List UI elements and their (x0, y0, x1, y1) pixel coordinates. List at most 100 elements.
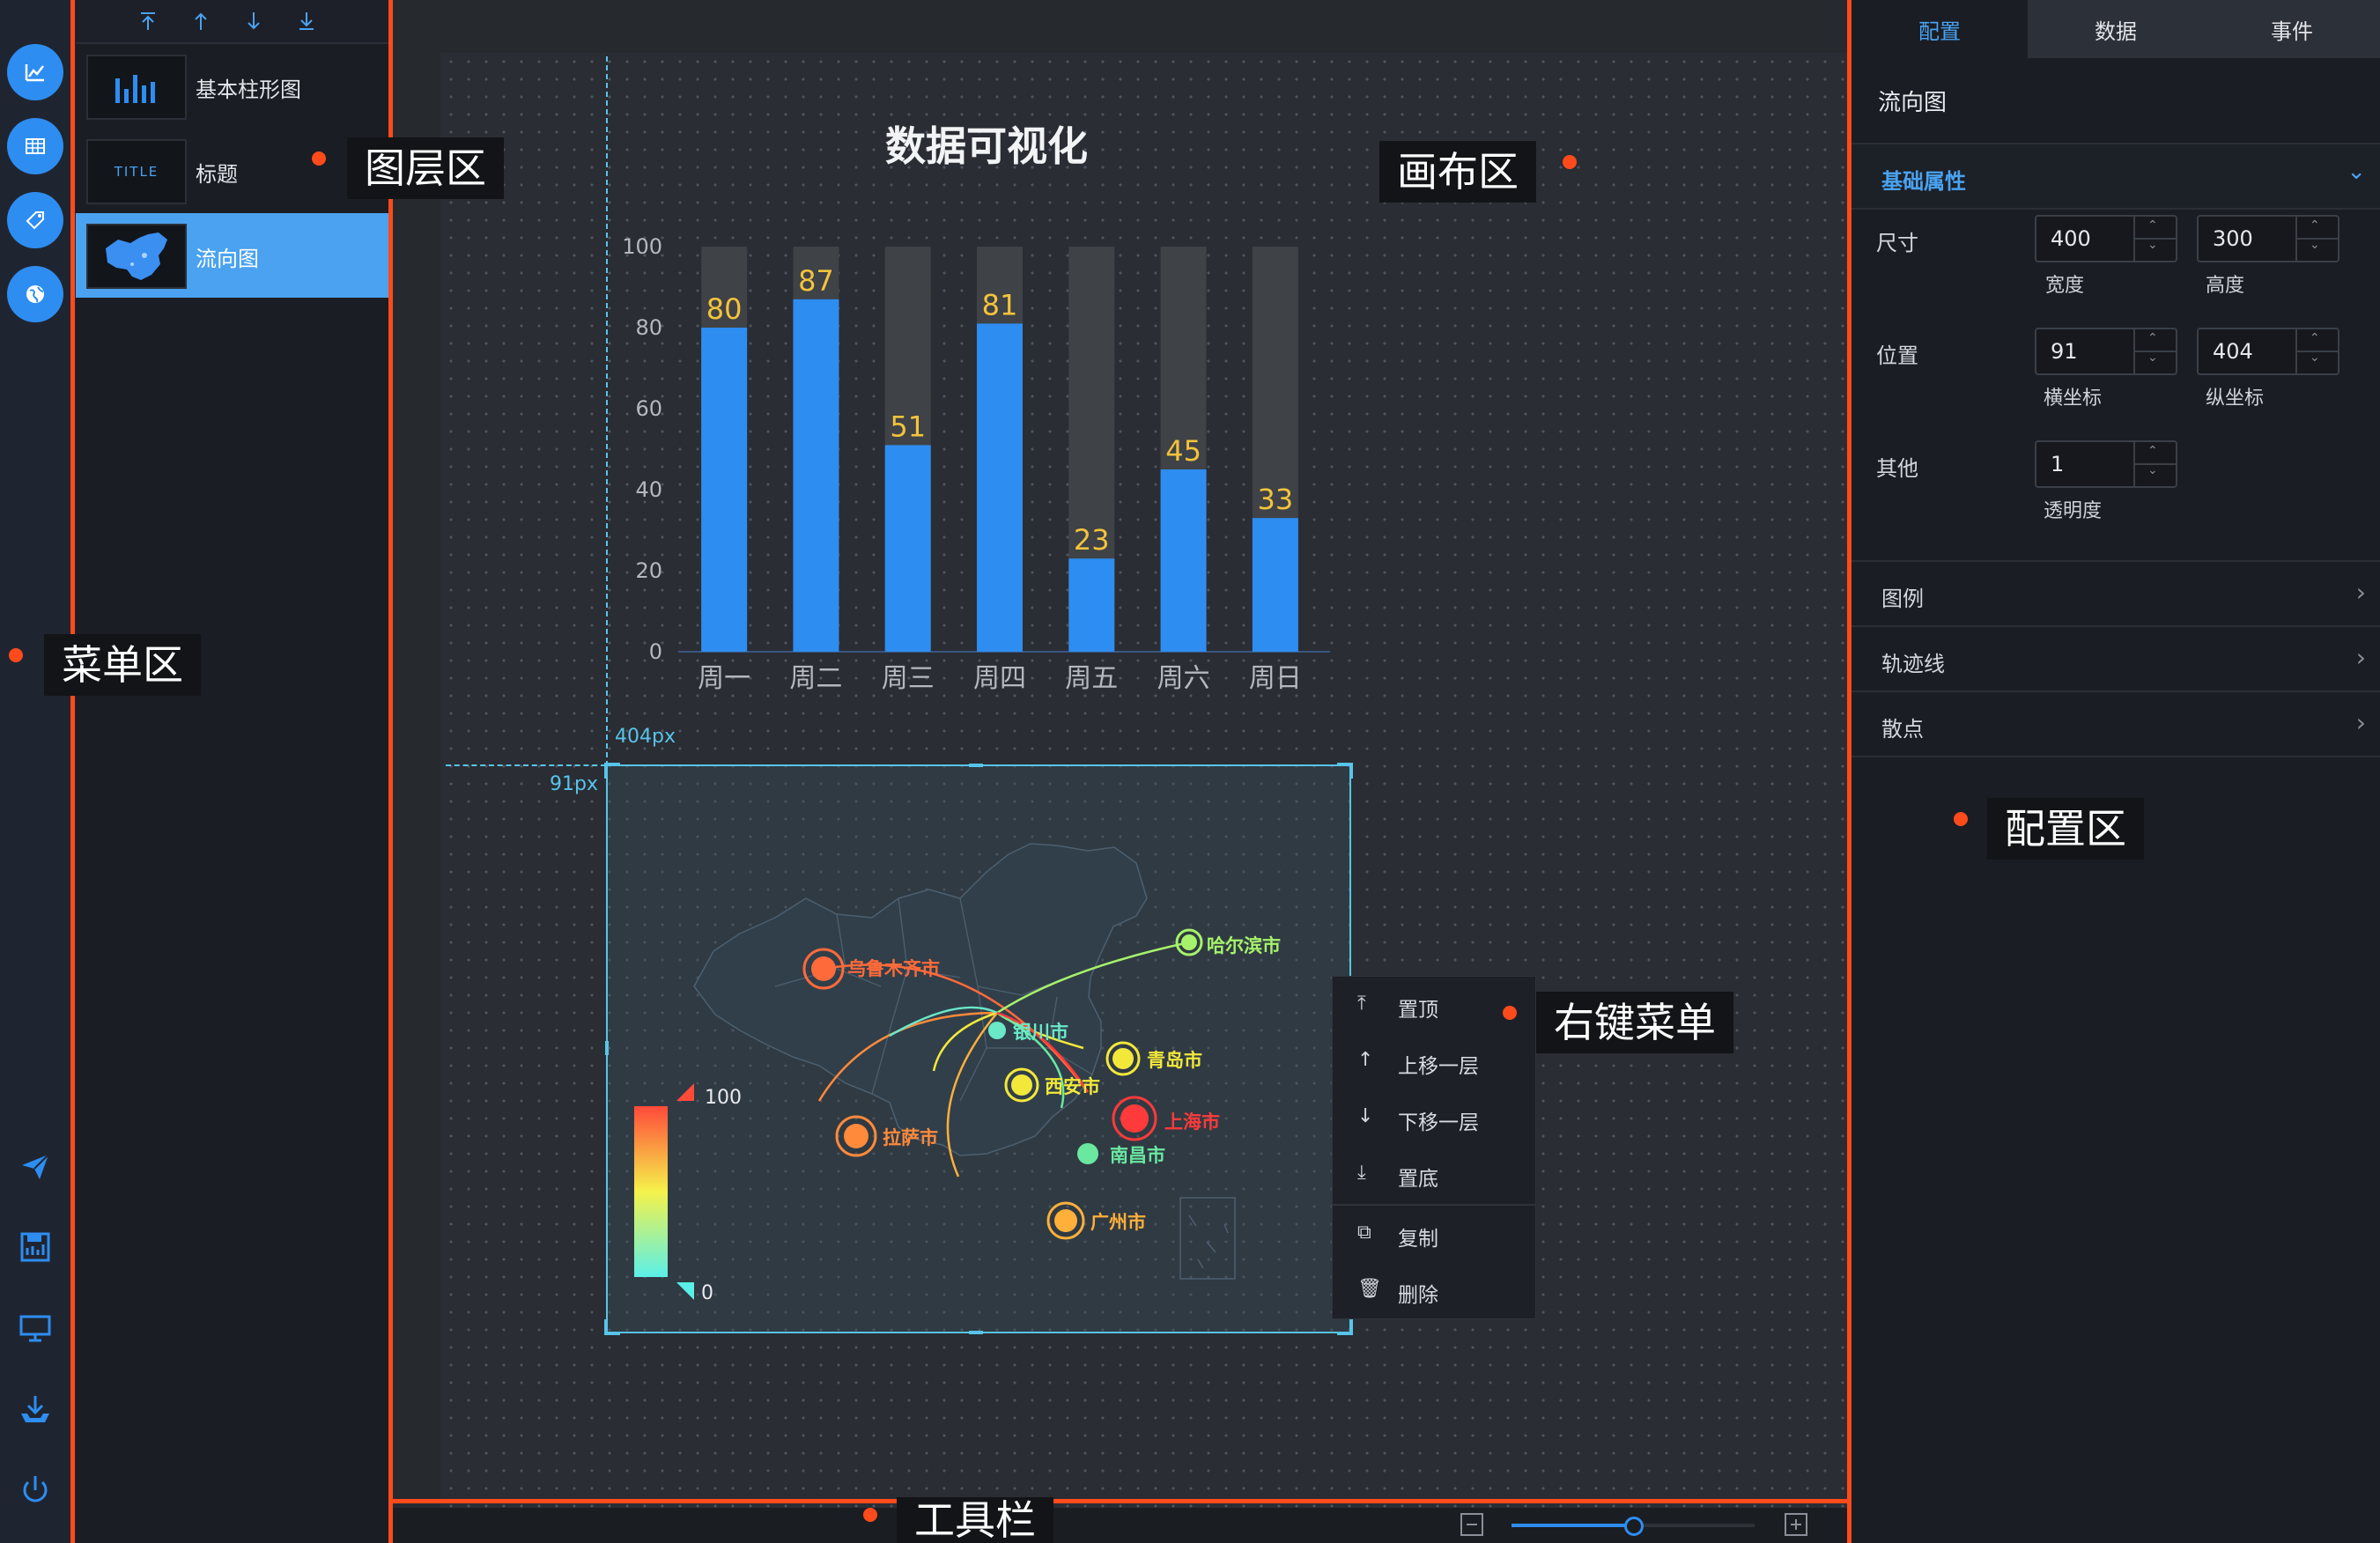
region-border (70, 0, 75, 1543)
layer-panel: 基本柱形图 TITLE 标题 流向图 (76, 0, 389, 1543)
section-legend[interactable]: 图例 › (1852, 560, 2380, 625)
ctx-move-top[interactable]: ⤒ 置顶 (1333, 977, 1535, 1033)
flow-map-component[interactable]: 100 0 乌鲁木齐市 哈尔滨市 银川市 青岛市 西安市 上海市 拉萨市 南昌市… (604, 763, 1353, 1335)
layer-item-flow-map[interactable]: 流向图 (76, 213, 389, 298)
move-down-icon[interactable] (240, 7, 268, 35)
y-input[interactable]: 404 ⌃ ⌄ (2197, 328, 2339, 375)
layer-label: 流向图 (196, 247, 259, 271)
stepper-down-icon[interactable]: ⌄ (2310, 351, 2320, 365)
tag-icon[interactable] (7, 192, 63, 248)
x-input[interactable]: 91 ⌃ ⌄ (2035, 328, 2177, 375)
zoom-slider-handle[interactable] (1624, 1517, 1644, 1536)
section-trail[interactable]: 轨迹线 › (1852, 625, 2380, 690)
layer-label: 标题 (196, 162, 238, 187)
ctx-copy[interactable]: ⧉ 复制 (1333, 1206, 1535, 1262)
move-up-icon[interactable] (187, 7, 215, 35)
zoom-out-icon[interactable] (1460, 1513, 1483, 1536)
save-icon[interactable] (14, 1226, 56, 1268)
bar (793, 299, 839, 652)
chart-title: 数据可视化 (885, 122, 1088, 170)
annotation-toolbar: 工具栏 (897, 1497, 1053, 1543)
y-label: 纵坐标 (2206, 388, 2265, 410)
y-value: 404 (2213, 339, 2253, 364)
ctx-delete[interactable]: 🗑 删除 (1333, 1262, 1535, 1318)
bar (884, 445, 931, 652)
width-input[interactable]: 400 ⌃ ⌄ (2035, 215, 2177, 262)
ruler-left (389, 53, 440, 1508)
tab-data[interactable]: 数据 (2028, 0, 2204, 58)
stepper-up-icon[interactable]: ⌃ (2147, 444, 2158, 458)
region-border (1847, 0, 1852, 1543)
bar (1252, 518, 1298, 652)
visualmap-min-label: 0 (701, 1282, 713, 1304)
ctx-move-up[interactable]: ↑ 上移一层 (1333, 1033, 1535, 1089)
opacity-stepper[interactable]: ⌃ ⌄ (2133, 442, 2176, 486)
china-map (634, 843, 1236, 1300)
bar-chart-component[interactable]: 数据可视化 0 20 40 60 80 100 80 周一 87 周二 51 周三 81 周四 23 周五 45… (617, 114, 1356, 731)
move-bottom-icon: ⤓ (1357, 1162, 1366, 1184)
ctx-label: 复制 (1398, 1228, 1438, 1251)
x-label: 横坐标 (2044, 388, 2103, 410)
y-tick-label: 40 (635, 477, 662, 502)
stepper-down-icon[interactable]: ⌄ (2310, 238, 2320, 252)
tab-config[interactable]: 配置 (1852, 0, 2028, 58)
download-icon[interactable] (14, 1390, 56, 1432)
config-panel: 配置 数据 事件 流向图 基础属性 ⌄ 尺寸 400 ⌃ ⌄ 宽度 300 ⌃ ⌄ … (1852, 0, 2380, 1543)
layer-item-bar-chart[interactable]: 基本柱形图 (76, 44, 389, 129)
ctx-move-bottom[interactable]: ⤓ 置底 (1333, 1146, 1535, 1202)
stepper-up-icon[interactable]: ⌃ (2147, 218, 2158, 233)
send-icon[interactable] (14, 1145, 56, 1187)
stepper-down-icon[interactable]: ⌄ (2147, 238, 2158, 252)
bar (977, 323, 1023, 652)
ctx-label: 删除 (1398, 1284, 1438, 1307)
city-label: 哈尔滨市 (1207, 935, 1281, 956)
layer-item-title[interactable]: TITLE 标题 (76, 129, 389, 213)
context-menu: ⤒ 置顶 ↑ 上移一层 ↓ 下移一层 ⤓ 置底 ⧉ 复制 🗑 删除 (1332, 976, 1536, 1319)
layer-label: 基本柱形图 (196, 78, 301, 102)
power-icon[interactable] (14, 1469, 56, 1511)
move-up-icon: ↑ (1357, 1049, 1374, 1071)
stepper-down-icon[interactable]: ⌄ (2147, 463, 2158, 477)
x-tick-label: 周一 (698, 663, 750, 694)
menu-bar (0, 0, 76, 1543)
zoom-slider[interactable] (1512, 1517, 1755, 1536)
opacity-value: 1 (2051, 452, 2065, 476)
globe-icon[interactable] (7, 266, 63, 322)
ctx-move-down[interactable]: ↓ 下移一层 (1333, 1089, 1535, 1146)
data-label: 87 (798, 264, 834, 298)
city-label: 西安市 (1045, 1076, 1100, 1097)
width-stepper[interactable]: ⌃ ⌄ (2133, 217, 2176, 261)
region-border (388, 0, 393, 1543)
y-stepper[interactable]: ⌃ ⌄ (2295, 329, 2338, 373)
line-chart-icon[interactable] (7, 44, 63, 100)
guide-y-label: 91px (550, 773, 598, 795)
opacity-input[interactable]: 1 ⌃ ⌄ (2035, 440, 2177, 488)
move-top-icon[interactable] (134, 7, 162, 35)
title-thumb: TITLE (86, 139, 187, 204)
move-bottom-icon[interactable] (292, 7, 321, 35)
ctx-label: 上移一层 (1398, 1055, 1479, 1078)
zoom-in-icon[interactable] (1785, 1513, 1807, 1536)
annotation-menu-area: 菜单区 (44, 634, 201, 696)
stepper-up-icon[interactable]: ⌃ (2310, 218, 2320, 233)
height-stepper[interactable]: ⌃ ⌄ (2295, 217, 2338, 261)
width-label: 宽度 (2045, 275, 2085, 297)
monitor-icon[interactable] (14, 1307, 56, 1349)
x-stepper[interactable]: ⌃ ⌄ (2133, 329, 2176, 373)
data-label: 23 (1074, 523, 1110, 557)
section-scatter[interactable]: 散点 › (1852, 690, 2380, 757)
y-tick-label: 80 (635, 315, 662, 340)
stepper-up-icon[interactable]: ⌃ (2310, 331, 2320, 345)
data-label: 45 (1165, 434, 1201, 468)
tab-event[interactable]: 事件 (2204, 0, 2380, 58)
section-title: 散点 (1881, 717, 1924, 742)
other-label: 其他 (1876, 456, 1918, 481)
table-icon[interactable] (7, 118, 63, 174)
x-tick-label: 周五 (1065, 663, 1118, 694)
section-basic[interactable]: 基础属性 ⌄ (1852, 143, 2380, 210)
y-tick-label: 20 (635, 558, 662, 583)
height-input[interactable]: 300 ⌃ ⌄ (2197, 215, 2339, 262)
chevron-right-icon: › (2355, 578, 2366, 607)
stepper-up-icon[interactable]: ⌃ (2147, 331, 2158, 345)
stepper-down-icon[interactable]: ⌄ (2147, 351, 2158, 365)
